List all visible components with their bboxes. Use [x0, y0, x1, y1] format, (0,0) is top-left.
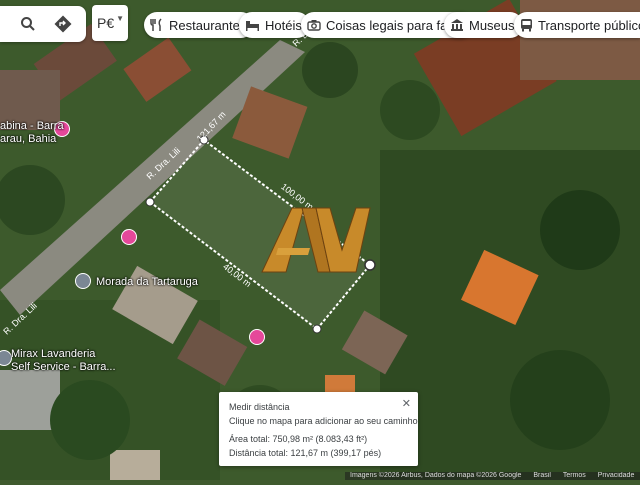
place-label-mirax[interactable]: Mirax Lavanderia Self Service - Barra... [11, 348, 116, 374]
chip-hotels[interactable]: Hotéis [239, 12, 310, 38]
search-icon[interactable] [16, 12, 40, 36]
camera-icon [307, 20, 321, 31]
chip-museums[interactable]: Museus [444, 12, 523, 38]
measure-label-1: 121,67 m [195, 109, 228, 143]
fork-knife-icon [150, 18, 162, 31]
place-label-mirax-text: Mirax Lavanderia Self Service - Barra... [11, 348, 116, 373]
measure-vertex [312, 324, 322, 334]
total-distance: Distância total: 121,67 m (399,17 pés) [229, 448, 382, 458]
place-pin-icon[interactable] [75, 273, 91, 289]
terms-link[interactable]: Termos [563, 472, 586, 479]
map-footer: Imagens ©2026 Airbus, Dados do mapa ©202… [345, 472, 640, 480]
place-label-morada[interactable]: Morada da Tartaruga [96, 276, 198, 288]
bus-icon [521, 19, 532, 32]
chip-restaurants[interactable]: Restaurantes [144, 12, 255, 38]
directions-icon[interactable] [51, 12, 75, 36]
chip-label: Restaurantes [169, 17, 247, 33]
privacy-link[interactable]: Privacidade [598, 472, 635, 479]
chip-label: Transporte público [538, 17, 640, 33]
measure-vertex [145, 197, 155, 207]
measure-distance-panel: Medir distância ✕ Clique no mapa para ad… [219, 392, 418, 466]
street-label: R. Dra. Lili [1, 301, 39, 337]
chevron-down-icon: ▼ [116, 14, 124, 23]
chip-transit[interactable]: Transporte público [514, 12, 640, 38]
panel-hint: Clique no mapa para adicionar ao seu cam… [229, 416, 418, 426]
museum-icon [451, 19, 463, 31]
place-pin-icon[interactable] [121, 229, 137, 245]
top-bar: P€ ▼ Restaurantes Hotéis Coisas legais p… [0, 0, 640, 48]
panel-title: Medir distância [229, 402, 290, 412]
chip-label: Hotéis [265, 17, 302, 33]
search-box [0, 6, 86, 42]
measure-vertex [364, 259, 376, 271]
place-pin-icon[interactable] [249, 329, 265, 345]
bed-icon [246, 21, 259, 31]
attribution: Imagens ©2026 Airbus, Dados do mapa ©202… [350, 472, 522, 479]
place-label-cabina-text: abina - Barra arau, Bahia [0, 120, 64, 145]
country-link[interactable]: Brasil [533, 472, 551, 479]
place-label-cabina[interactable]: abina - Barra arau, Bahia [0, 120, 64, 146]
chip-label: Museus [469, 17, 515, 33]
language-value: P€ [97, 15, 115, 31]
total-area: Área total: 750,98 m² (8.083,43 ft²) [229, 434, 368, 444]
close-icon[interactable]: ✕ [402, 397, 411, 410]
language-select[interactable]: P€ ▼ [92, 5, 128, 41]
